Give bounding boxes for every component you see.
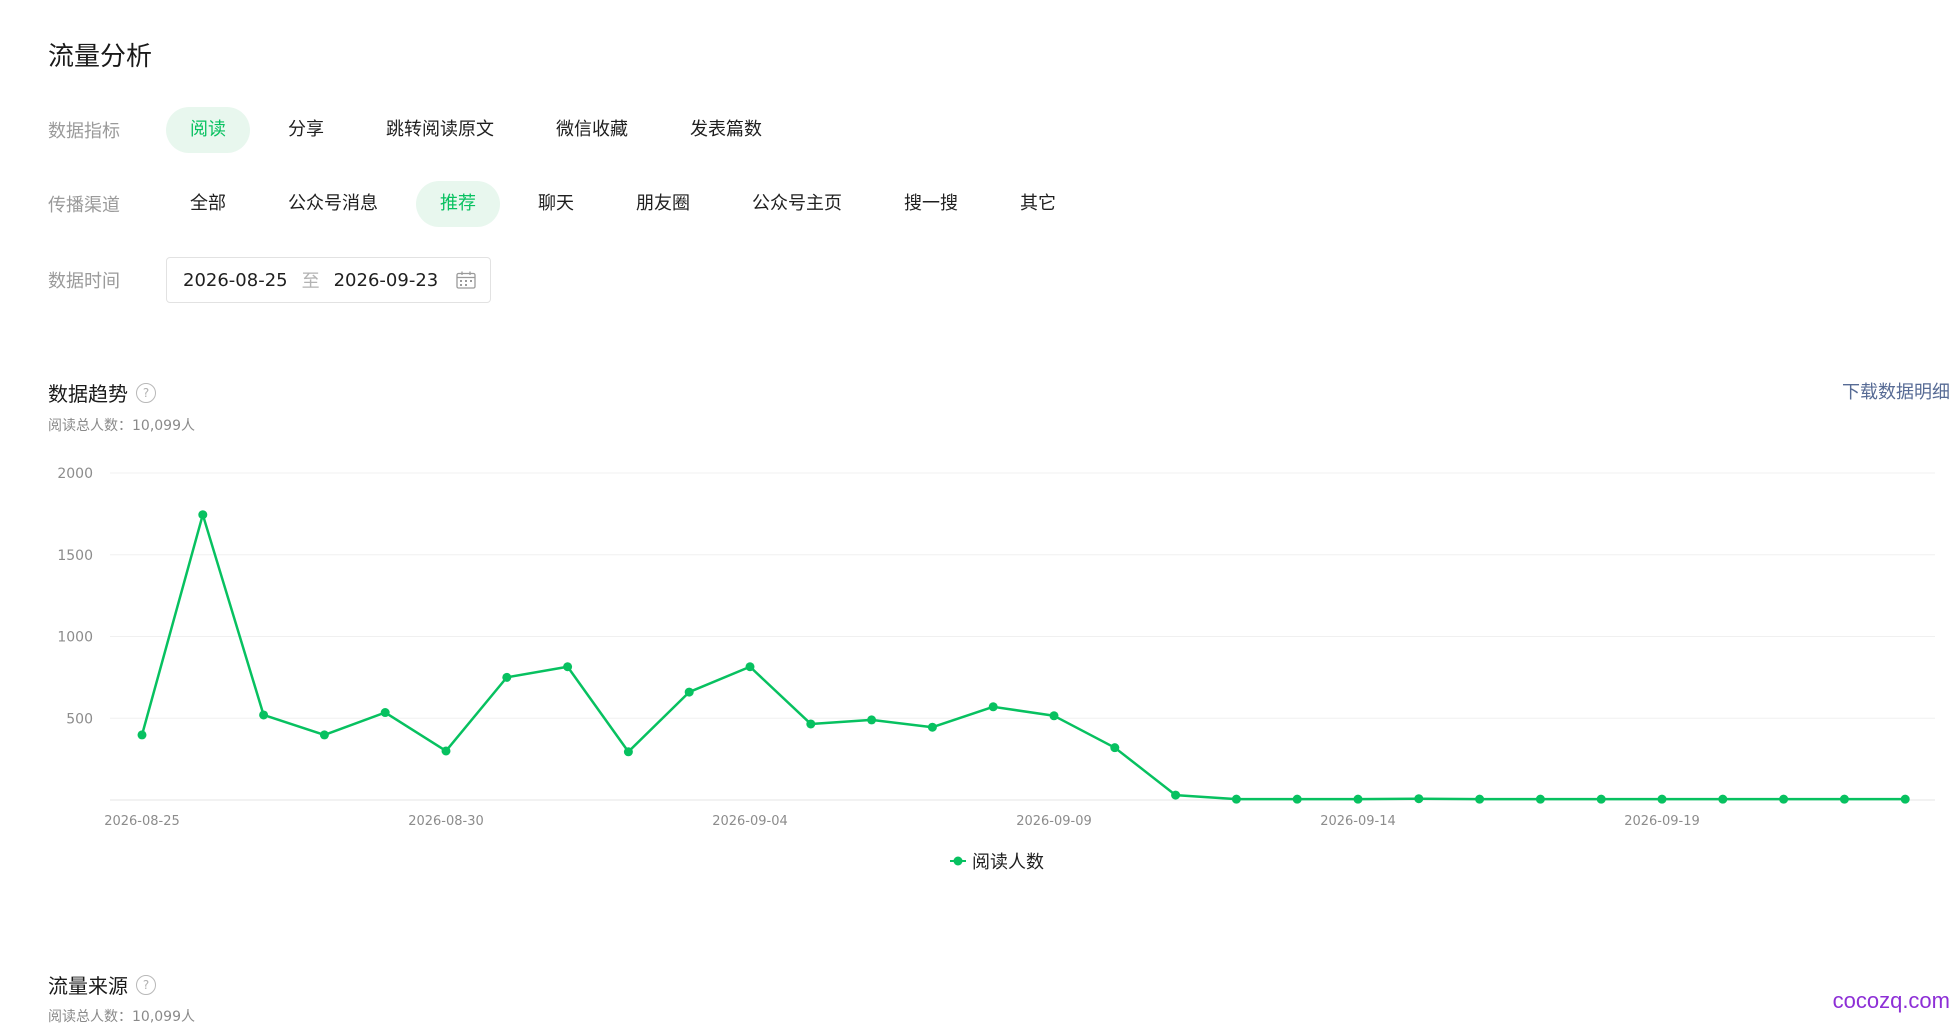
data-point	[1779, 794, 1789, 804]
data-point	[1596, 794, 1606, 804]
data-point	[137, 730, 147, 740]
data-point	[1292, 794, 1302, 804]
source-subtitle: 阅读总人数：10,099人	[48, 1009, 195, 1025]
data-point	[1657, 794, 1667, 804]
data-point	[684, 687, 694, 697]
data-point	[1475, 794, 1485, 804]
data-point	[745, 662, 755, 672]
legend-marker	[953, 856, 963, 866]
data-point	[1049, 711, 1059, 721]
y-tick-label: 500	[66, 711, 93, 727]
data-point	[1900, 794, 1910, 804]
data-point	[502, 672, 512, 682]
data-point	[380, 708, 390, 718]
series-line	[140, 513, 1906, 801]
data-point	[563, 662, 573, 672]
data-point	[1839, 794, 1849, 804]
data-point	[1171, 790, 1181, 800]
x-tick-label: 2026-09-04	[712, 814, 788, 829]
trend-chart: 500 1000 1500 2000 2026-08-25 2026-08-30 2026-…	[57, 466, 1935, 873]
data-point	[1718, 794, 1728, 804]
data-point	[319, 730, 329, 740]
y-tick-label: 2000	[57, 466, 93, 482]
data-point	[988, 702, 998, 712]
x-tick-label: 2026-08-30	[408, 814, 484, 829]
source-title-text: 流量来源	[48, 974, 128, 998]
data-point	[927, 722, 937, 732]
data-point	[198, 510, 208, 520]
data-point	[259, 710, 269, 720]
y-tick-label: 1500	[57, 548, 93, 564]
data-point	[441, 746, 451, 756]
x-tick-label: 2026-08-25	[104, 814, 180, 829]
data-point	[1353, 794, 1363, 804]
data-point	[1414, 794, 1424, 804]
help-icon[interactable]: ?	[136, 974, 156, 995]
x-tick-label: 2026-09-09	[1016, 814, 1092, 829]
data-point	[623, 747, 633, 757]
y-tick-label: 1000	[57, 630, 93, 646]
source-title: 流量来源 ?	[48, 970, 156, 999]
watermark: cocozq.com	[1832, 988, 1950, 1013]
data-point	[806, 719, 816, 729]
x-tick-label: 2026-09-19	[1624, 814, 1700, 829]
data-point	[1110, 743, 1120, 753]
x-tick-label: 2026-09-14	[1320, 814, 1396, 829]
data-point	[867, 715, 877, 725]
data-point	[1231, 794, 1241, 804]
data-point	[1535, 794, 1545, 804]
legend-label: 阅读人数	[972, 852, 1044, 873]
